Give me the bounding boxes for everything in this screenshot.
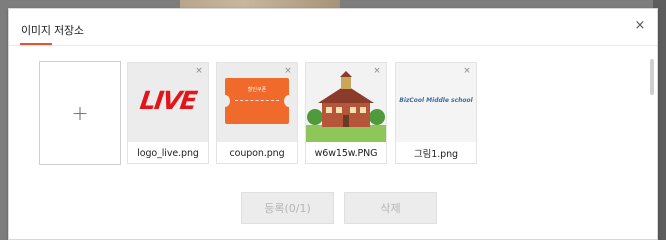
image-thumbnail[interactable]: 할인쿠폰 × coupon.png (216, 62, 298, 164)
image-thumbnail[interactable]: LIVE × logo_live.png (127, 62, 209, 164)
delete-image-icon[interactable]: × (372, 66, 382, 76)
image-filename: w6w15w.PNG (314, 147, 378, 159)
image-filename: logo_live.png (137, 147, 199, 159)
delete-image-icon[interactable]: × (462, 66, 472, 76)
delete-button[interactable]: 삭제 (344, 192, 437, 224)
header-divider (9, 45, 657, 46)
scrollbar-thumb[interactable] (650, 59, 654, 95)
add-image-button[interactable]: + (39, 61, 121, 165)
delete-image-icon[interactable]: × (194, 66, 204, 76)
close-icon[interactable]: × (633, 19, 647, 33)
image-thumbnail[interactable]: BizCool Middle school × 그림1.png (395, 62, 477, 164)
image-storage-modal: 이미지 저장소 × + LIVE × logo_live.png 할인쿠폰 × … (8, 8, 658, 240)
plus-icon: + (71, 101, 89, 125)
image-thumbnail[interactable]: × w6w15w.PNG (305, 62, 387, 164)
image-filename: coupon.png (229, 147, 285, 159)
register-button[interactable]: 등록(0/1) (241, 192, 334, 224)
delete-image-icon[interactable]: × (283, 66, 293, 76)
modal-title: 이미지 저장소 (21, 24, 84, 37)
image-filename: 그림1.png (414, 149, 458, 160)
